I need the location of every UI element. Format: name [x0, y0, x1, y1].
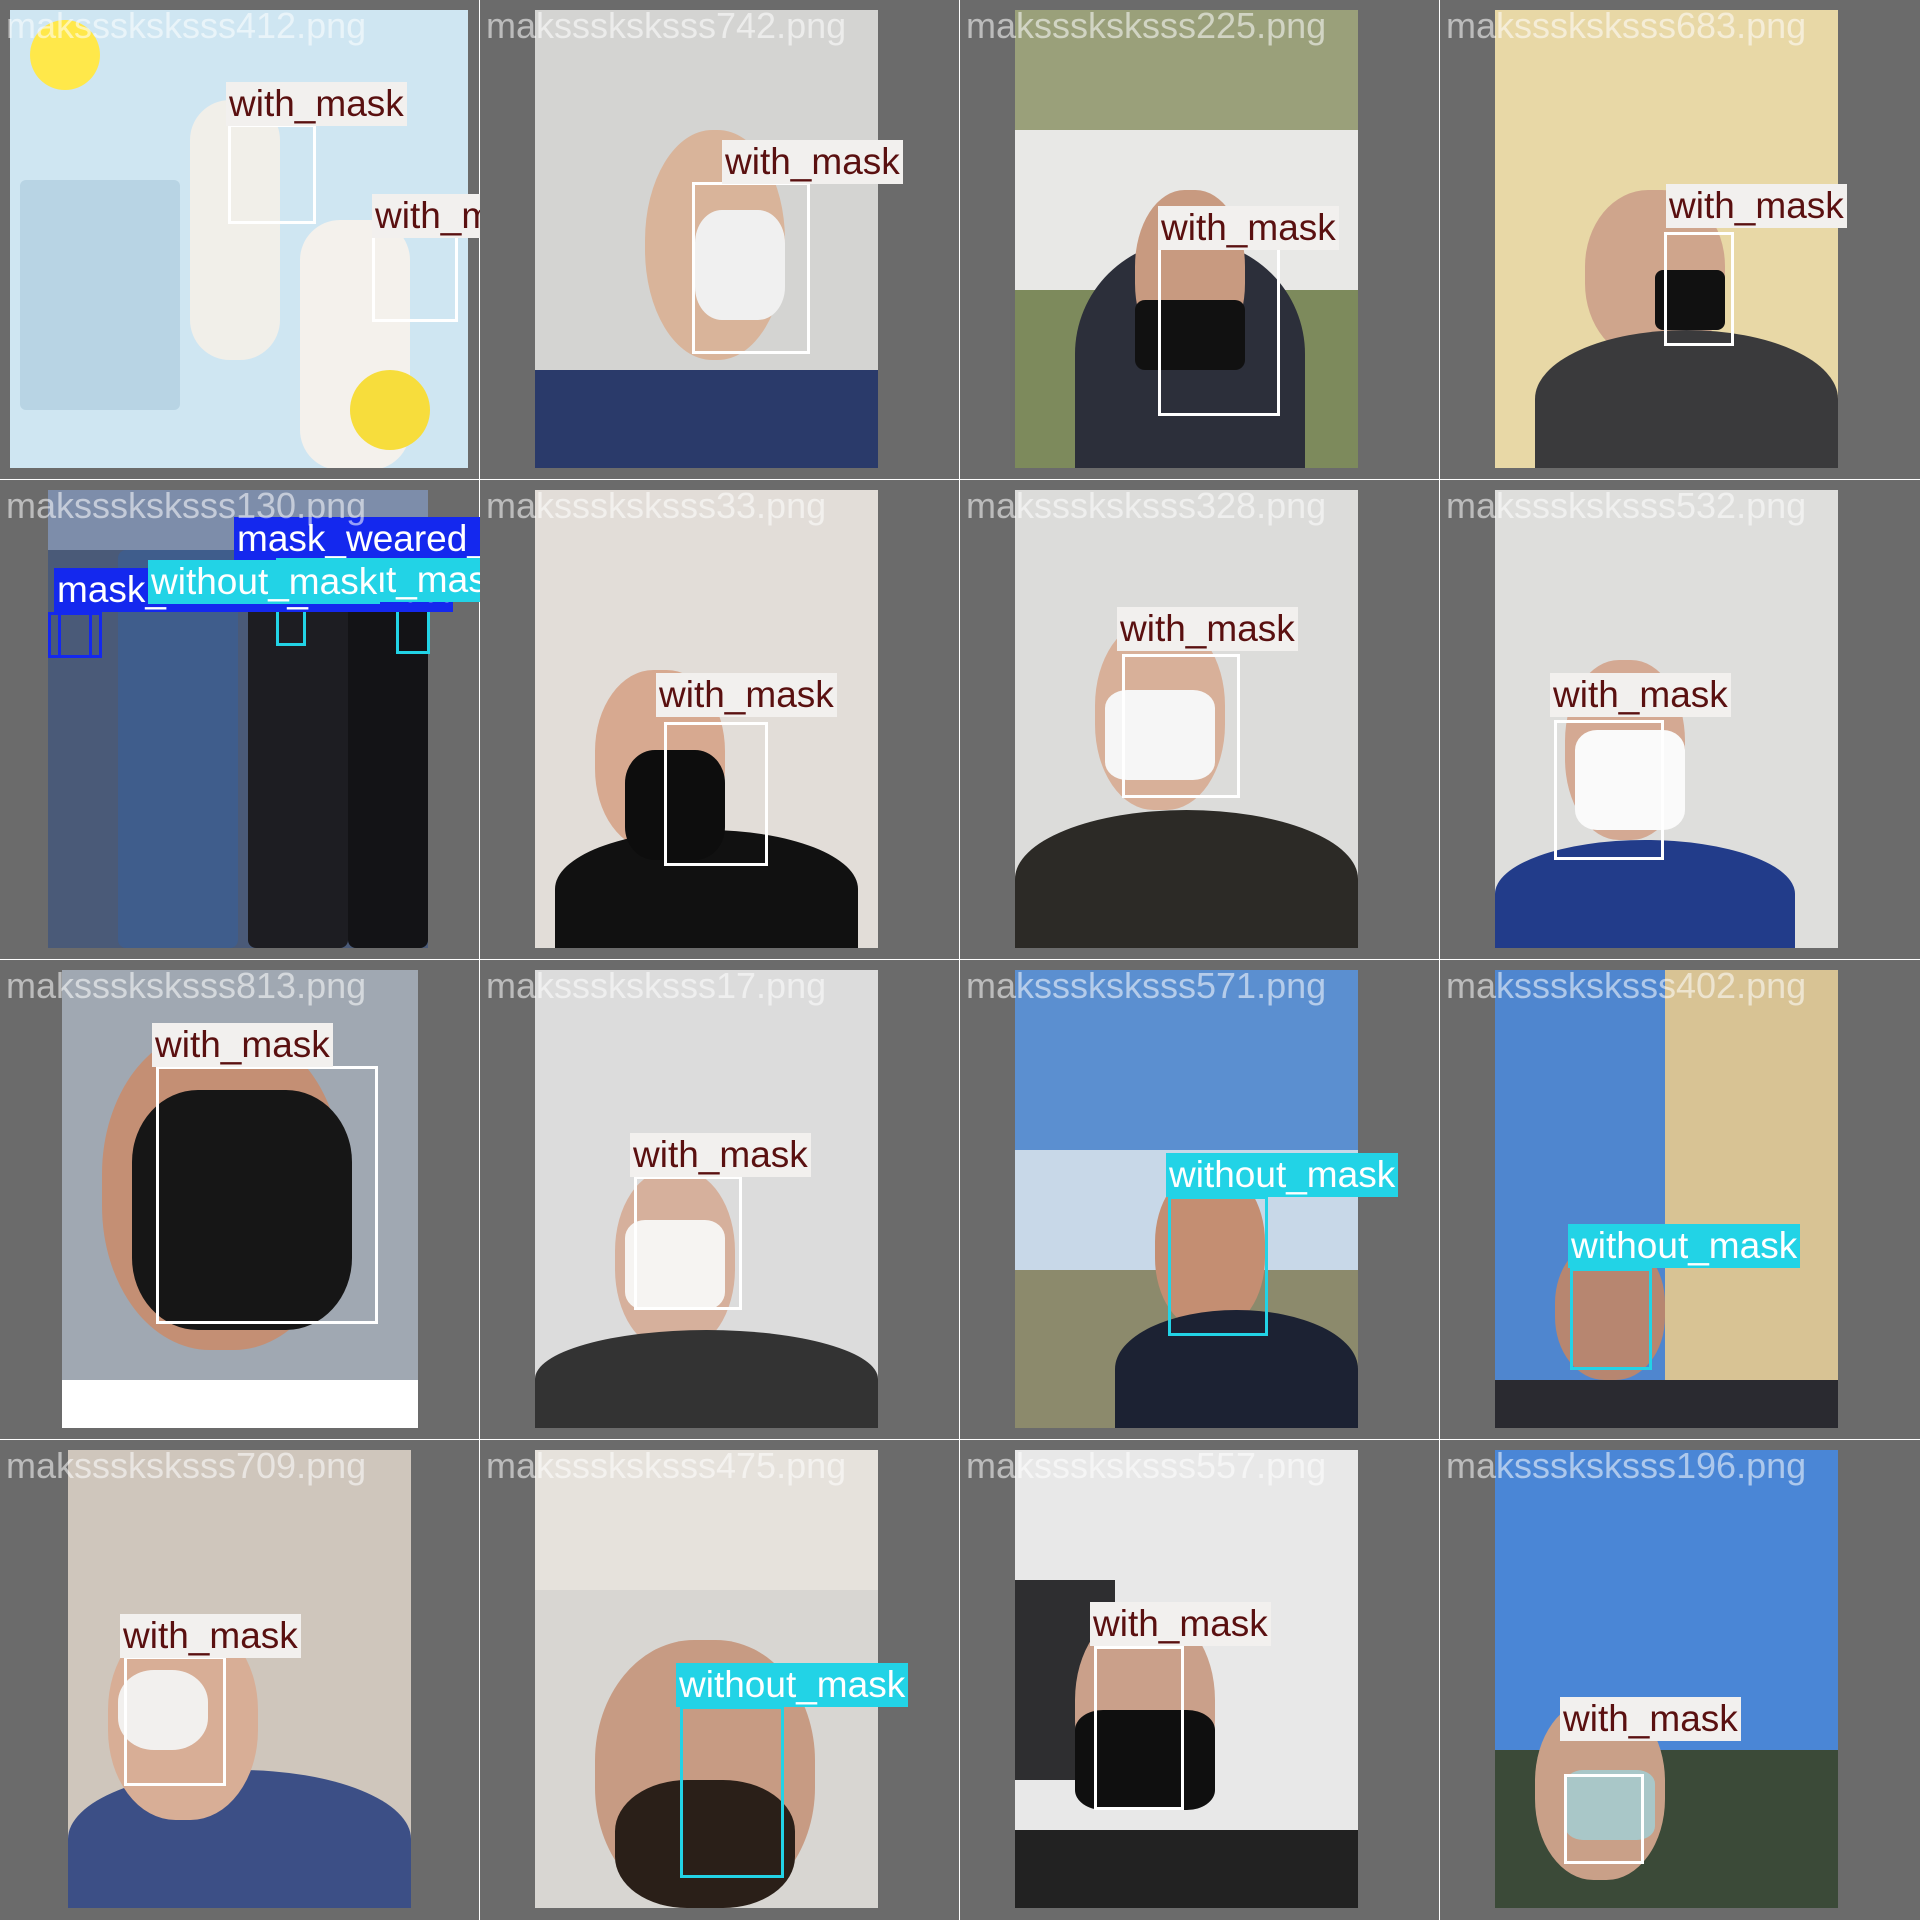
sample-photo: [1495, 970, 1838, 1428]
grid-cell: maksssksksss130.pngmask_weared_incorrect…: [0, 479, 481, 961]
sample-photo: [1015, 1450, 1358, 1908]
bounding-box: [664, 722, 768, 866]
bounding-box: [124, 1656, 226, 1786]
class-label: with_mask: [1090, 1602, 1271, 1646]
grid-cell: maksssksksss33.png with_mask: [479, 479, 961, 961]
filename-label: maksssksksss532.png: [1446, 485, 1807, 526]
filename-label: maksssksksss33.png: [486, 485, 827, 526]
bounding-box: [1570, 1268, 1652, 1370]
class-label: without_mask: [1568, 1224, 1801, 1268]
filename-label: maksssksksss742.png: [486, 5, 847, 46]
grid-cell: maksssksksss532.png with_mask: [1439, 479, 1920, 961]
photo-region: [535, 1330, 878, 1428]
class-label: without_mask: [1166, 1153, 1399, 1197]
photo-region: [1535, 330, 1838, 468]
grid-cell: maksssksksss402.png without_mask: [1439, 959, 1920, 1441]
filename-label: maksssksksss813.png: [6, 965, 367, 1006]
bounding-box: [692, 182, 810, 354]
photo-region: [535, 370, 878, 468]
bounding-box: [1122, 654, 1240, 798]
class-label: with_mask: [372, 194, 480, 238]
class-label: with_mask: [630, 1133, 811, 1177]
bounding-box: [372, 230, 458, 322]
photo-region: [62, 1380, 418, 1428]
filename-label: maksssksksss475.png: [486, 1445, 847, 1486]
grid-cell: maksssksksss709.png with_mask: [0, 1439, 481, 1920]
filename-label: maksssksksss683.png: [1446, 5, 1807, 46]
class-label: with_mask: [1158, 206, 1339, 250]
class-label: with_mask: [1560, 1697, 1741, 1741]
grid-cell: maksssksksss742.png with_mask: [479, 0, 961, 481]
bounding-box: [228, 124, 316, 224]
class-label: with_mask: [1117, 607, 1298, 651]
bounding-box: [680, 1706, 784, 1878]
filename-label: maksssksksss412.png: [6, 5, 367, 46]
filename-label: maksssksksss225.png: [966, 5, 1327, 46]
grid-cell: maksssksksss683.png with_mask: [1439, 0, 1920, 481]
filename-label: maksssksksss402.png: [1446, 965, 1807, 1006]
bounding-box: [1094, 1646, 1184, 1810]
sample-photo: [1495, 490, 1838, 948]
sample-photo: [1495, 1450, 1838, 1908]
filename-label: maksssksksss709.png: [6, 1445, 367, 1486]
filename-label: maksssksksss571.png: [966, 965, 1327, 1006]
photo-region: [1015, 810, 1358, 948]
bounding-box: [1664, 232, 1734, 346]
grid-cell: maksssksksss813.png with_mask: [0, 959, 481, 1441]
grid-cell: maksssksksss225.png with_mask: [959, 0, 1441, 481]
grid-cell: maksssksksss328.png with_mask: [959, 479, 1441, 961]
filename-label: maksssksksss17.png: [486, 965, 827, 1006]
filename-label: maksssksksss557.png: [966, 1445, 1327, 1486]
class-label: with_mask: [1550, 673, 1731, 717]
photo-region: [1495, 1380, 1838, 1428]
bounding-box: [1554, 720, 1664, 860]
filename-label: maksssksksss130.png: [6, 485, 367, 526]
grid-cell: maksssksksss571.png without_mask: [959, 959, 1441, 1441]
bounding-box: [1564, 1774, 1644, 1864]
photo-region: [1015, 1830, 1358, 1908]
grid-cell: maksssksksss475.png without_mask: [479, 1439, 961, 1920]
grid-cell: maksssksksss557.png with_mask: [959, 1439, 1441, 1920]
photo-region: [20, 180, 180, 410]
class-label: with_mask: [656, 673, 837, 717]
bounding-box: [48, 612, 92, 658]
class-label: with_mask: [152, 1023, 333, 1067]
grid-cell: maksssksksss412.png with_mask with_mask: [0, 0, 481, 481]
sample-photo: [68, 1450, 411, 1908]
class-label: without_mask: [148, 560, 381, 604]
bounding-box: [1168, 1196, 1268, 1336]
class-label: with_mask: [226, 82, 407, 126]
filename-label: maksssksksss328.png: [966, 485, 1327, 526]
class-label: with_mask: [1666, 184, 1847, 228]
bounding-box: [634, 1176, 742, 1310]
bounding-box: [1158, 240, 1280, 416]
grid-cell: maksssksksss17.png with_mask: [479, 959, 961, 1441]
class-label: without_mask: [676, 1663, 909, 1707]
filename-label: maksssksksss196.png: [1446, 1445, 1807, 1486]
photo-region: [350, 370, 430, 450]
detection-grid: maksssksksss412.pngwith_maskwith_maskmak…: [0, 0, 1920, 1920]
bounding-box: [156, 1066, 378, 1324]
class-label: with_mask: [722, 140, 903, 184]
class-label: with_mask: [120, 1614, 301, 1658]
grid-cell: maksssksksss196.png with_mask: [1439, 1439, 1920, 1920]
photo-region: [1665, 970, 1838, 1428]
sample-photo: [535, 490, 878, 948]
